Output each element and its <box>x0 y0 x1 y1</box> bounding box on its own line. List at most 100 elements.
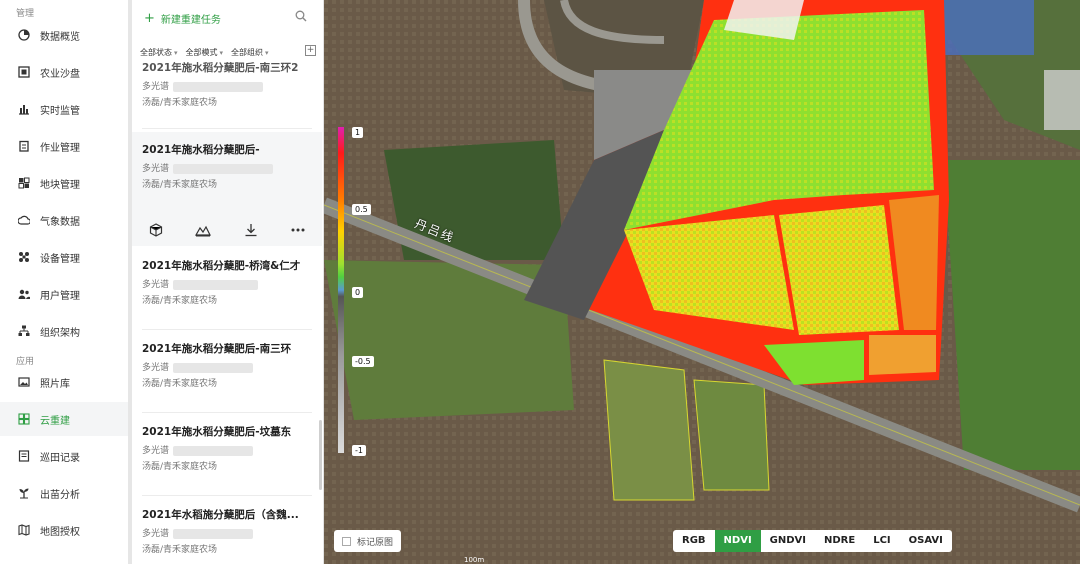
task-list-panel: + 新建重建任务 全部状态 ▾ 全部模式 ▾ 全部组织 ▾ + 2021年施水稻分蘖肥… <box>132 0 324 564</box>
task-title: 2021年施水稻分蘖肥后-南三环2 <box>142 62 299 74</box>
download-icon[interactable] <box>241 220 261 240</box>
sidebar-item-users[interactable]: 用户管理 <box>0 277 128 311</box>
ndvi-legend: 1 0.5 0 -0.5 -1 <box>338 127 374 457</box>
index-gndvi-button[interactable]: GNDVI <box>761 530 815 552</box>
sidebar-item-cloud-rebuild[interactable]: 云重建 <box>0 402 128 436</box>
index-lci-button[interactable]: LCI <box>864 530 899 552</box>
task-title: 2021年施水稻分蘖肥后- <box>142 144 260 156</box>
map-auth-icon <box>18 524 30 536</box>
cloud-rebuild-icon <box>18 413 30 425</box>
redacted-text <box>173 82 264 92</box>
task-mode-label: 多光谱 <box>142 280 170 290</box>
task-mode: 多光谱 <box>142 162 312 176</box>
task-mode: 多光谱 <box>142 527 312 541</box>
sidebar-item-weather[interactable]: 气象数据 <box>0 203 128 237</box>
task-item[interactable]: 2021年施水稻分蘖肥后-南三环2 多光谱 汤磊/青禾家庭农场 <box>132 60 322 110</box>
mark-original-toggle[interactable]: 标记原图 <box>334 530 402 552</box>
filter-status[interactable]: 全部状态 ▾ <box>140 47 178 58</box>
sidebar-item-sandbox[interactable]: 农业沙盘 <box>0 55 128 89</box>
device-icon <box>18 251 30 263</box>
task-mode-label: 多光谱 <box>142 363 170 373</box>
task-farm: 汤磊/青禾家庭农场 <box>142 379 218 389</box>
plus-icon: + <box>144 10 155 26</box>
index-selector: RGB NDVI GNDVI NDRE LCI OSAVI <box>673 530 952 552</box>
sidebar-item-label: 地图授权 <box>40 526 80 538</box>
add-filter-icon[interactable]: + <box>305 45 316 56</box>
sidebar-item-devices[interactable]: 设备管理 <box>0 240 128 274</box>
task-mode: 多光谱 <box>142 361 312 375</box>
task-mode-label: 多光谱 <box>142 446 170 456</box>
chevron-down-icon: ▾ <box>265 48 269 57</box>
sidebar-item-label: 地块管理 <box>40 179 80 191</box>
sidebar-item-label: 实时监管 <box>40 105 80 117</box>
task-item[interactable]: 2021年施水稻分蘖肥后-南三环 多光谱 汤磊/青禾家庭农场 <box>132 341 322 391</box>
chevron-down-icon: ▾ <box>219 48 224 57</box>
index-ndre-button[interactable]: NDRE <box>815 530 864 552</box>
sidebar-item-photos[interactable]: 照片库 <box>0 365 128 399</box>
photo-icon <box>18 376 30 388</box>
task-farm: 汤磊/青禾家庭农场 <box>142 296 218 306</box>
map-view[interactable]: 丹吕线 1 0.5 0 -0.5 -1 标记原图 100m RGB NDVI G… <box>324 0 1080 564</box>
sidebar-item-jobs[interactable]: 作业管理 <box>0 129 128 163</box>
filter-mode[interactable]: 全部模式 ▾ <box>186 47 224 58</box>
index-ndvi-button[interactable]: NDVI <box>714 530 761 552</box>
satellite-map <box>324 0 1080 564</box>
redacted-text <box>173 363 254 373</box>
toggle-label: 标记原图 <box>357 537 394 548</box>
sidebar-item-patrol[interactable]: 巡田记录 <box>0 439 128 473</box>
search-icon[interactable] <box>295 10 309 24</box>
sidebar-item-map-auth[interactable]: 地图授权 <box>0 513 128 547</box>
chevron-down-icon: ▾ <box>174 48 178 57</box>
scale-label: 100m <box>464 556 485 564</box>
sidebar-item-label: 云重建 <box>40 415 70 427</box>
legend-tick: 0 <box>352 287 364 298</box>
seedling-icon <box>18 487 30 499</box>
clipboard-icon <box>18 140 30 152</box>
users-icon <box>18 288 30 300</box>
divider <box>142 128 312 129</box>
dashboard-icon <box>18 29 30 41</box>
panel-scrollbar[interactable] <box>319 420 322 490</box>
weather-icon <box>18 214 30 226</box>
task-item[interactable]: 2021年水稻施分蘖肥后（含魏... 多光谱 汤磊/青禾家庭农场 <box>132 507 322 557</box>
task-item[interactable]: 2021年施水稻分蘖肥后-坟墓东 多光谱 汤磊/青禾家庭农场 <box>132 424 322 474</box>
sidebar-item-fields[interactable]: 地块管理 <box>0 166 128 200</box>
sidebar-item-org[interactable]: 组织架构 <box>0 314 128 348</box>
filter-mode-label: 全部模式 <box>185 47 218 57</box>
redacted-text <box>173 280 259 290</box>
task-farm: 汤磊/青禾家庭农场 <box>142 98 218 108</box>
sidebar-item-label: 巡田记录 <box>40 452 80 464</box>
record-icon <box>18 450 30 462</box>
task-mode-label: 多光谱 <box>142 164 170 174</box>
legend-tick: 1 <box>352 127 364 138</box>
redacted-text <box>173 529 254 539</box>
task-farm: 汤磊/青禾家庭农场 <box>142 180 218 190</box>
more-options-icon[interactable] <box>288 220 308 240</box>
sidebar-item-label: 作业管理 <box>40 142 80 154</box>
filter-org[interactable]: 全部组织 ▾ <box>231 47 269 58</box>
bar-chart-icon <box>18 103 30 115</box>
sidebar-item-monitor[interactable]: 实时监管 <box>0 92 128 126</box>
sandbox-icon <box>18 66 30 78</box>
redacted-text <box>173 164 274 174</box>
task-mode: 多光谱 <box>142 80 312 94</box>
model-3d-icon[interactable] <box>146 220 166 240</box>
task-title: 2021年施水稻分蘖肥后-坟墓东 <box>142 426 292 438</box>
task-item-selected[interactable]: 2021年施水稻分蘖肥后- 多光谱 汤磊/青禾家庭农场 <box>132 132 322 214</box>
task-item[interactable]: 2021年施水稻分蘖肥-桥湾&仁才 多光谱 汤磊/青禾家庭农场 <box>132 258 322 308</box>
terrain-analysis-icon[interactable] <box>193 220 213 240</box>
divider <box>142 495 312 496</box>
task-title: 2021年施水稻分蘖肥-桥湾&仁才 <box>142 260 301 272</box>
sidebar-item-label: 农业沙盘 <box>40 68 80 80</box>
redacted-text <box>173 446 254 456</box>
index-rgb-button[interactable]: RGB <box>673 530 715 552</box>
divider <box>142 412 312 413</box>
org-chart-icon <box>18 325 30 337</box>
divider <box>142 329 312 330</box>
checkbox[interactable] <box>342 536 351 546</box>
sidebar-item-data-overview[interactable]: 数据概览 <box>0 18 128 52</box>
task-actions <box>132 214 322 246</box>
sidebar-item-seedling[interactable]: 出苗分析 <box>0 476 128 510</box>
index-osavi-button[interactable]: OSAVI <box>900 530 952 552</box>
new-task-button[interactable]: + 新建重建任务 <box>144 11 221 26</box>
